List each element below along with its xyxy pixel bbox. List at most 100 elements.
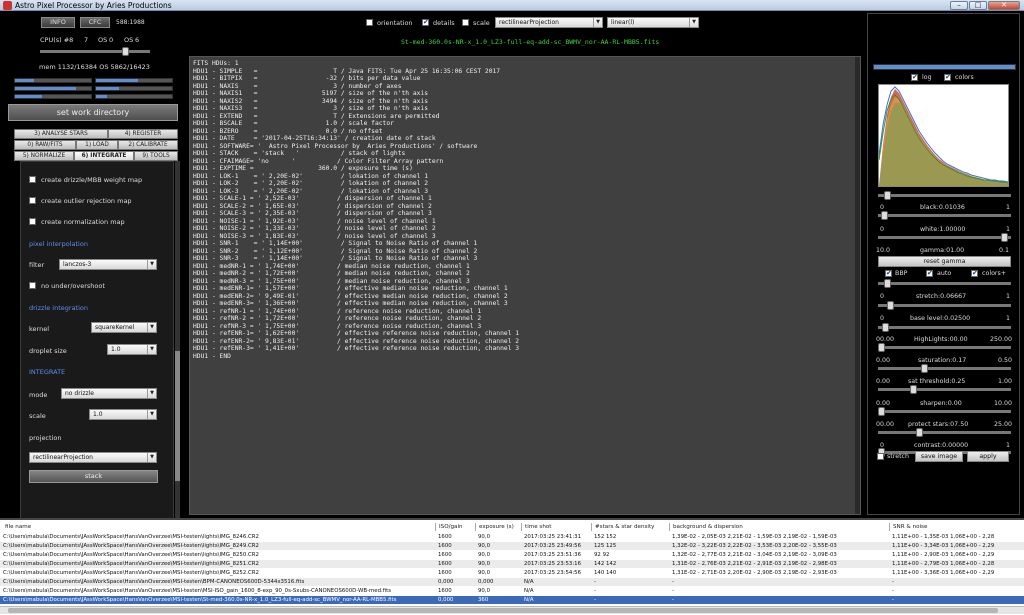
column-header-snr-noise[interactable]: SNR & noise xyxy=(890,523,1024,531)
stretch-mode-select[interactable]: linear(l) ▼ xyxy=(607,17,699,28)
log-checkbox[interactable] xyxy=(911,73,918,81)
cpu-slider[interactable] xyxy=(40,47,150,56)
tab-analyse-stars[interactable]: 3) ANALYSE STARS xyxy=(14,129,108,139)
auto-checkbox[interactable] xyxy=(926,269,933,277)
projection-select[interactable]: rectilinearProjection ▼ xyxy=(29,452,157,463)
table-row[interactable]: C:\Users\mabula\Documents\JAssWorkSpace\… xyxy=(0,560,1024,568)
table-row[interactable]: C:\Users\mabula\Documents\JAssWorkSpace\… xyxy=(0,551,1024,559)
column-header-time-shot[interactable]: time shot xyxy=(522,523,592,531)
base-level-slider[interactable] xyxy=(878,323,1011,332)
mode-select[interactable]: no drizzle ▼ xyxy=(61,388,157,399)
white-slider-knob[interactable] xyxy=(1001,233,1009,242)
fits-header-line: HDU1 - SCALE-3 = ' 2,35E-03' / dispersio… xyxy=(193,210,432,217)
cpu-slider-knob[interactable] xyxy=(122,47,130,56)
close-button[interactable]: ✕ xyxy=(988,1,1020,10)
fits-header-line: HDU1 - refNR-2 = ' 1,72E+00' / reference… xyxy=(193,315,482,322)
colors-checkbox[interactable] xyxy=(944,73,951,81)
saturation-slider-knob[interactable] xyxy=(920,364,928,373)
table-cell: 1600 xyxy=(438,588,452,594)
reset-gamma-button[interactable]: reset gamma xyxy=(878,256,1011,267)
protect-stars-slider[interactable] xyxy=(878,428,1011,437)
stretch-slider[interactable] xyxy=(878,301,1011,310)
fits-header-line: HDU1 - BITPIX = -32 / bits per data valu… xyxy=(193,75,421,82)
black-label: black:0.01036 xyxy=(920,204,965,211)
stretch-checkbox[interactable] xyxy=(877,453,884,460)
table-row[interactable]: C:\Users\mabula\Documents\JAssWorkSpace\… xyxy=(0,569,1024,577)
colors-plus-label: colors+ xyxy=(982,270,1007,277)
highlights-slider-knob[interactable] xyxy=(878,343,885,352)
column-header-stars[interactable]: #stars & star density xyxy=(592,523,670,531)
stack-button[interactable]: stack xyxy=(29,470,158,483)
top-slider-knob[interactable] xyxy=(884,191,892,200)
column-header-exposure[interactable]: exposure (s) xyxy=(476,523,522,531)
table-row[interactable]: C:\Users\mabula\Documents\JAssWorkSpace\… xyxy=(0,542,1024,550)
table-row[interactable]: C:\Users\mabula\Documents\JAssWorkSpace\… xyxy=(0,596,1024,604)
scale-select[interactable]: 1.0 ▼ xyxy=(89,409,157,420)
column-header-background[interactable]: background & dispersion xyxy=(670,523,890,531)
stretch-slider-knob[interactable] xyxy=(886,301,894,310)
details-checkbox[interactable] xyxy=(422,18,429,26)
kernel-select[interactable]: squareKernel ▼ xyxy=(91,322,157,333)
table-cell: 1,39E-02 - 2,05E-03 2,21E-02 - 1,59E-03 … xyxy=(672,534,837,540)
drizzle-weight-checkbox[interactable] xyxy=(29,176,36,183)
sat-threshold-slider[interactable] xyxy=(878,385,1011,394)
tab-raw-fits[interactable]: 0) RAW/FITS xyxy=(14,140,76,150)
black-slider[interactable] xyxy=(878,211,1011,220)
tab-calibrate[interactable]: 2) CALIBRATE xyxy=(118,140,178,150)
no-under-overshoot-checkbox[interactable] xyxy=(29,282,36,289)
filter-select[interactable]: lanczos-3 ▼ xyxy=(59,259,157,270)
column-header-file-name[interactable]: file name xyxy=(2,523,436,531)
highlights-slider[interactable] xyxy=(878,343,1011,352)
column-header-iso-gain[interactable]: ISO/gain xyxy=(436,523,476,531)
orientation-label: orientation xyxy=(377,19,413,27)
tab-normalize[interactable]: 5) NORMALIZE xyxy=(14,151,74,161)
saturation-slider[interactable] xyxy=(878,364,1011,373)
table-scrollbar-thumb[interactable] xyxy=(8,608,998,613)
sharpen-slider[interactable] xyxy=(878,407,1011,416)
protect-stars-slider-knob[interactable] xyxy=(915,428,923,437)
table-row[interactable]: C:\Users\mabula\Documents\JAssWorkSpace\… xyxy=(0,578,1024,586)
table-cell: 90,0 xyxy=(478,588,491,594)
table-cell: - xyxy=(892,597,894,603)
filter-select-value: lanczos-3 xyxy=(63,261,92,268)
progress-bar-3 xyxy=(14,86,92,91)
base-level-slider-knob[interactable] xyxy=(881,323,889,332)
normalization-map-label: create normalization map xyxy=(41,218,125,226)
table-row[interactable]: C:\Users\mabula\Documents\JAssWorkSpace\… xyxy=(0,533,1024,541)
white-slider[interactable] xyxy=(878,233,1011,242)
info-button[interactable]: INFO xyxy=(41,17,75,28)
save-image-button[interactable]: save image xyxy=(915,451,963,462)
scale-checkbox[interactable] xyxy=(462,19,469,26)
tab-register[interactable]: 4) REGISTER xyxy=(108,129,178,139)
top-slider[interactable] xyxy=(878,191,1011,200)
table-cell: C:\Users\mabula\Documents\JAssWorkSpace\… xyxy=(3,552,259,558)
base-level-label: base level:0.02500 xyxy=(910,315,971,322)
black-slider-knob[interactable] xyxy=(880,211,888,220)
tab-tools[interactable]: 9) TOOLS xyxy=(134,151,178,161)
sharpen-slider-knob[interactable] xyxy=(878,407,885,416)
normalization-map-checkbox[interactable] xyxy=(29,218,36,225)
set-work-directory-button[interactable]: set work directory xyxy=(8,104,178,121)
cfc-button[interactable]: CFC xyxy=(80,17,110,28)
orientation-checkbox[interactable] xyxy=(366,19,373,26)
minimize-button[interactable]: – xyxy=(950,1,968,10)
mode-select-value: no drizzle xyxy=(65,390,94,397)
maximize-button[interactable]: □ xyxy=(969,1,987,10)
stretch-mode-slider[interactable] xyxy=(878,279,1011,288)
tab-integrate[interactable]: 6) INTEGRATE xyxy=(74,151,134,161)
droplet-size-select[interactable]: 1.0 ▼ xyxy=(107,344,157,355)
apply-button[interactable]: apply xyxy=(967,451,1009,462)
left-panel-scrollbar[interactable] xyxy=(175,161,180,521)
table-row[interactable]: C:\Users\mabula\Documents\JAssWorkSpace\… xyxy=(0,587,1024,595)
table-horizontal-scrollbar[interactable] xyxy=(0,606,1024,614)
progress-bar-6 xyxy=(95,94,173,99)
outlier-map-checkbox[interactable] xyxy=(29,197,36,204)
projection-view-select[interactable]: rectilinearProjection ▼ xyxy=(495,17,603,28)
bbp-checkbox[interactable] xyxy=(885,269,892,277)
tab-load[interactable]: 1) LOAD xyxy=(76,140,118,150)
fits-panel-scrollbar[interactable] xyxy=(855,57,860,514)
sat-threshold-slider-knob[interactable] xyxy=(909,385,917,394)
colors-plus-checkbox[interactable] xyxy=(971,269,978,277)
stretch-mode-slider-knob[interactable] xyxy=(884,279,892,288)
left-panel-scrollbar-thumb[interactable] xyxy=(175,351,180,481)
